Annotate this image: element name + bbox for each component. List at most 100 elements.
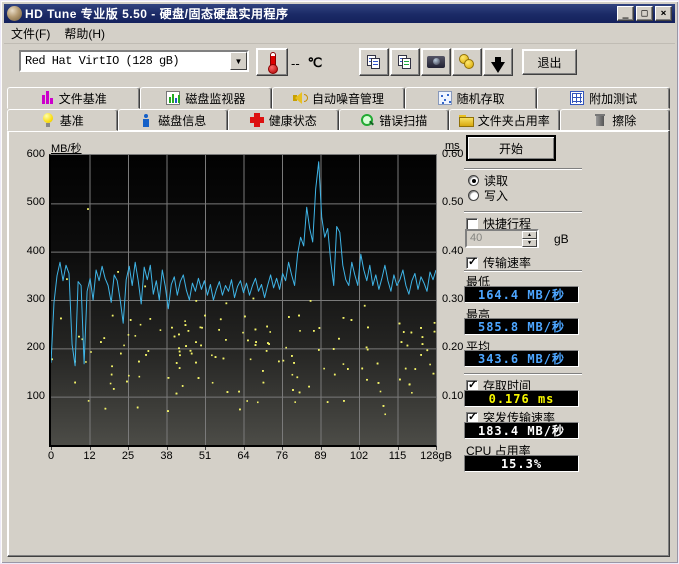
axis-tick-label: 0.60: [442, 148, 463, 160]
chart-canvas: [51, 155, 436, 445]
trash-icon: [593, 113, 607, 127]
axis-tick-label: 51: [199, 450, 211, 462]
separator: [464, 373, 582, 375]
shortstroke-size-stepper[interactable]: 40 ▲▼: [465, 229, 539, 248]
menu-help[interactable]: 帮助(H): [57, 23, 112, 44]
axis-tick-label: 89: [314, 450, 326, 462]
info-icon: [139, 113, 153, 127]
tab-file-benchmark[interactable]: 文件基准: [7, 87, 140, 109]
coins-icon: [459, 54, 475, 70]
axis-tick-mark: [282, 447, 283, 450]
axis-tick-label: 0.50: [442, 196, 463, 208]
axis-tick-mark: [167, 447, 168, 450]
burst-rate-display: 183.4 MB/秒: [464, 422, 579, 439]
separator: [464, 211, 582, 213]
transfer-checkbox[interactable]: 传输速率: [466, 254, 531, 271]
lightbulb-icon: [41, 113, 55, 127]
maximize-button[interactable]: □: [636, 6, 653, 21]
axis-tick-mark: [90, 447, 91, 450]
tab-strip: 文件基准 磁盘监视器 自动噪音管理 随机存取 附加测试 基准 磁盘信息: [7, 87, 670, 131]
tab-health[interactable]: 健康状态: [228, 109, 339, 131]
shortstroke-unit: gB: [554, 232, 569, 246]
download-arrow-icon: [491, 62, 505, 73]
donate-button[interactable]: [452, 48, 482, 76]
shortstroke-size-value: 40: [467, 231, 522, 246]
tab-disk-monitor[interactable]: 磁盘监视器: [140, 87, 273, 109]
file-benchmark-icon: [40, 91, 54, 105]
axis-tick-label: 100: [9, 390, 45, 402]
separator: [464, 270, 582, 272]
axis-tick-label: 200: [9, 341, 45, 353]
exit-button[interactable]: 退出: [522, 49, 577, 75]
thermometer-icon: [268, 52, 276, 72]
radio-write-circle[interactable]: [468, 190, 479, 201]
tab-error-scan[interactable]: 错误扫描: [339, 109, 450, 131]
temperature-unit: ℃: [308, 55, 323, 71]
drive-select-value: Red Hat VirtIO (128 gB): [21, 54, 230, 68]
axis-tick-label: 115: [389, 450, 407, 462]
axis-tick-label: 0.30: [442, 293, 463, 305]
stepper-down[interactable]: ▼: [522, 239, 537, 247]
magnifier-icon: [360, 113, 374, 127]
copy-text-icon: [367, 55, 381, 69]
app-window: HD Tune 专业版 5.50 - 硬盘/固态硬盘实用程序 _ □ × 文件(…: [0, 0, 679, 564]
title-bar: HD Tune 专业版 5.50 - 硬盘/固态硬盘实用程序 _ □ ×: [4, 4, 675, 23]
axis-tick-label: 0: [48, 450, 54, 462]
tab-disk-info[interactable]: 磁盘信息: [118, 109, 229, 131]
temperature-value: --: [291, 56, 300, 71]
chevron-down-icon[interactable]: ▼: [230, 52, 247, 70]
temperature-button[interactable]: [256, 48, 288, 76]
radio-read-circle[interactable]: [468, 175, 479, 186]
save-results-button[interactable]: [483, 48, 513, 76]
drive-select[interactable]: Red Hat VirtIO (128 gB) ▼: [19, 50, 249, 72]
tab-folder-usage[interactable]: 文件夹占用率: [449, 109, 560, 131]
copy-image-icon: [398, 55, 412, 69]
toolbar: Red Hat VirtIO (128 gB) ▼ -- ℃ 退出: [4, 45, 675, 82]
axis-tick-mark: [359, 447, 360, 450]
app-icon: [7, 6, 22, 21]
close-button[interactable]: ×: [655, 6, 672, 21]
axis-tick-mark: [205, 447, 206, 450]
tab-erase[interactable]: 擦除: [560, 109, 671, 131]
speaker-icon: [293, 91, 307, 105]
transfer-checkbox-box[interactable]: [466, 257, 478, 269]
screenshot-button[interactable]: [421, 48, 451, 76]
tab-extra-tests[interactable]: 附加测试: [537, 87, 670, 109]
benchmark-page: MB/秒 ms 6005004003002001000.600.500.400.…: [7, 130, 670, 557]
copy-image-button[interactable]: [390, 48, 420, 76]
axis-tick-label: 600: [9, 148, 45, 160]
menu-file[interactable]: 文件(F): [4, 23, 57, 44]
axis-tick-label: 102: [350, 450, 368, 462]
copy-text-button[interactable]: [359, 48, 389, 76]
radio-write[interactable]: 写入: [468, 187, 508, 204]
axis-tick-label: 300: [9, 293, 45, 305]
stepper-up[interactable]: ▲: [522, 231, 537, 239]
axis-tick-label: 0.40: [442, 245, 463, 257]
axis-tick-mark: [51, 447, 52, 450]
axis-tick-mark: [321, 447, 322, 450]
tab-aam[interactable]: 自动噪音管理: [272, 87, 405, 109]
axis-tick-mark: [436, 447, 437, 450]
tab-benchmark[interactable]: 基准: [7, 109, 118, 131]
benchmark-chart: [49, 154, 437, 447]
access-time-display: 0.176 ms: [464, 390, 579, 407]
min-value-display: 164.4 MB/秒: [464, 286, 579, 303]
extra-tests-icon: [570, 91, 584, 105]
axis-tick-label: 12: [83, 450, 95, 462]
random-access-icon: [438, 91, 452, 105]
axis-tick-label: 38: [160, 450, 172, 462]
axis-tick-label: 500: [9, 196, 45, 208]
axis-tick-label: 0.20: [442, 341, 463, 353]
separator: [464, 168, 582, 170]
axis-tick-label: 64: [237, 450, 249, 462]
start-button[interactable]: 开始: [467, 136, 555, 160]
disk-monitor-icon: [166, 91, 180, 105]
shortstroke-checkbox-box[interactable]: [466, 218, 478, 230]
camera-icon: [427, 56, 445, 68]
tab-random-access[interactable]: 随机存取: [405, 87, 538, 109]
axis-tick-label: 25: [122, 450, 134, 462]
avg-value-display: 343.6 MB/秒: [464, 350, 579, 367]
minimize-button[interactable]: _: [617, 6, 634, 21]
folder-icon: [459, 113, 473, 127]
window-title: HD Tune 专业版 5.50 - 硬盘/固态硬盘实用程序: [25, 5, 617, 22]
